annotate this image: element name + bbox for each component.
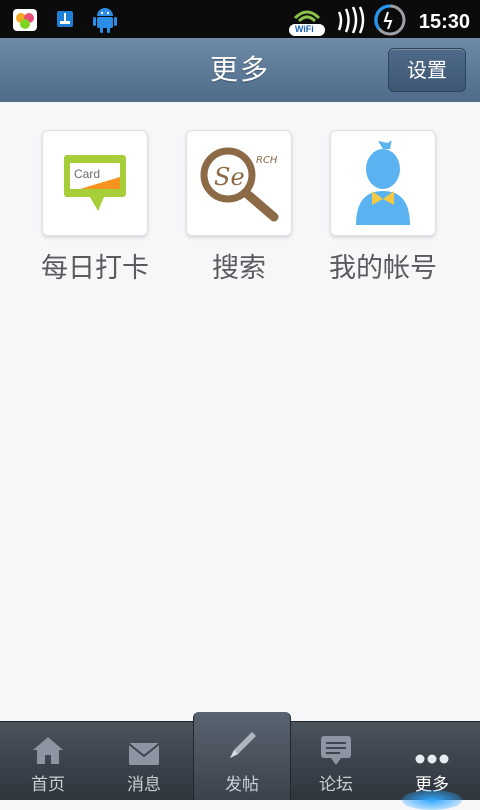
bottom-tab-bar: 首页 消息 发帖 论坛 更多	[0, 712, 480, 810]
tile-my-account[interactable]: 我的帐号	[311, 130, 455, 285]
pencil-icon	[230, 732, 256, 758]
wifi-icon: WiFi	[287, 6, 327, 38]
mail-icon	[128, 743, 160, 765]
app-notification-icon	[10, 4, 40, 34]
search-magnifier-icon: Se RCH	[200, 147, 279, 222]
account-avatar-icon	[356, 141, 410, 225]
signal-icon	[335, 6, 365, 38]
top-header: 更多 设置	[0, 38, 480, 102]
tab-label: 首页	[31, 775, 65, 795]
notification-icons	[10, 4, 120, 34]
tile-label: 我的帐号	[329, 253, 437, 284]
tab-post[interactable]: 发帖	[193, 712, 291, 800]
settings-button[interactable]: 设置	[388, 48, 466, 92]
tab-messages[interactable]: 消息	[96, 722, 192, 800]
tile-icon-box	[330, 130, 436, 236]
tile-search[interactable]: Se RCH 搜索	[167, 130, 311, 285]
card-icon-text: Card	[74, 167, 100, 181]
tile-label: 搜索	[212, 253, 266, 284]
search-icon-text: Se	[214, 163, 245, 191]
search-icon-text-2: RCH	[256, 155, 278, 166]
tab-home[interactable]: 首页	[0, 722, 96, 800]
usb-icon	[50, 4, 80, 34]
active-indicator-glow	[402, 790, 462, 810]
chat-bubble-icon	[321, 736, 351, 765]
more-dots-icon	[415, 754, 449, 764]
battery-charging-icon	[373, 3, 407, 41]
tab-forum[interactable]: 论坛	[288, 722, 384, 800]
card-icon: Card	[64, 155, 126, 211]
home-icon	[33, 737, 63, 764]
tab-label: 发帖	[225, 775, 259, 795]
tile-daily-checkin[interactable]: Card 每日打卡	[23, 130, 167, 285]
main-content: Card 每日打卡 Se RCH 搜索 我的帐号	[0, 102, 480, 722]
tab-label: 论坛	[319, 775, 353, 795]
system-status: WiFi 15:30	[287, 3, 470, 41]
tab-more[interactable]: 更多	[384, 722, 480, 810]
tile-icon-box: Card	[42, 130, 148, 236]
tile-label: 每日打卡	[41, 253, 149, 284]
android-debug-icon	[90, 4, 120, 34]
tab-label: 消息	[127, 775, 161, 795]
status-bar: WiFi 15:30	[0, 0, 480, 38]
clock: 15:30	[418, 10, 470, 33]
wifi-label: WiFi	[294, 24, 314, 34]
tile-icon-box: Se RCH	[186, 130, 292, 236]
